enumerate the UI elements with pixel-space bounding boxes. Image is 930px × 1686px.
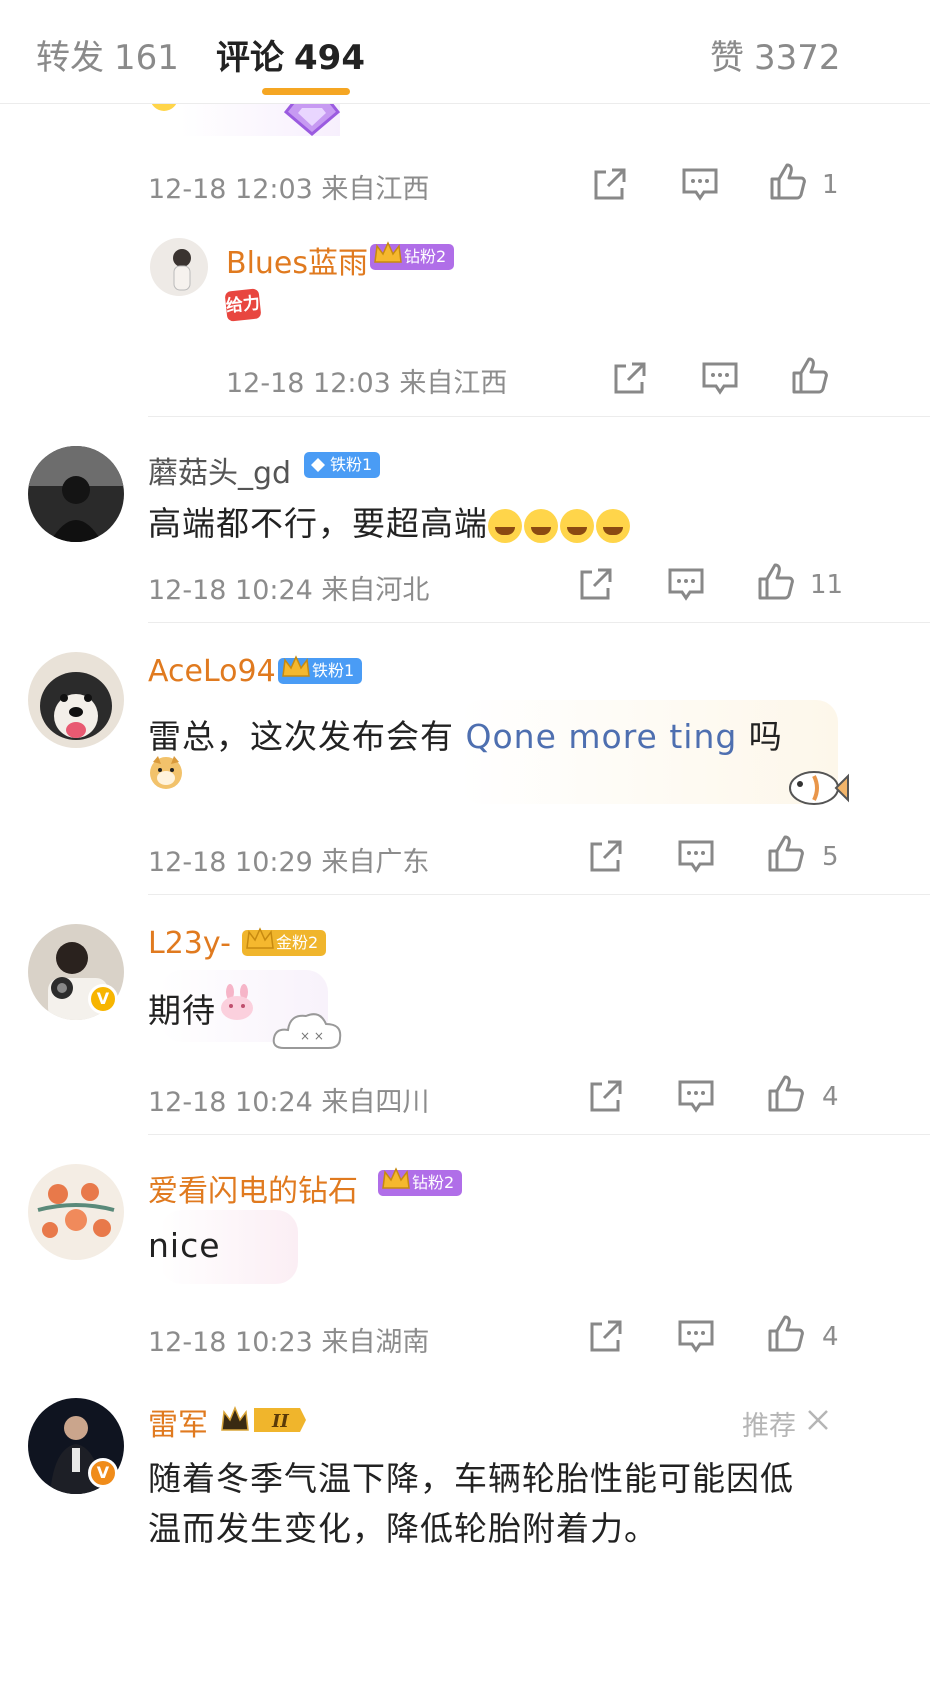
laugh-cry-emoji-icon [560, 508, 594, 543]
avatar[interactable] [28, 652, 124, 748]
tab-comment-label: 评论 [216, 38, 284, 78]
divider [148, 622, 930, 623]
fan-badge-label: 钻粉2 [412, 1173, 455, 1192]
comment-text: 雷总，这次发布会有 Qone more ting 吗 [148, 710, 783, 758]
bunny-emoji-icon [221, 984, 253, 1020]
username[interactable]: 蘑菇头_gd [148, 448, 291, 492]
fan-badge: 金粉2 [242, 927, 327, 956]
like-count: 4 [822, 1082, 839, 1112]
fish-sticker-icon [789, 771, 849, 805]
comment-meta: 12-18 12:03 来自江西 [148, 174, 430, 205]
comment-text-body: nice [148, 1226, 221, 1265]
svg-text:× ×: × × [300, 1029, 324, 1043]
comment-meta: 12-18 10:23 来自湖南 [148, 1327, 430, 1358]
divider [148, 1134, 930, 1135]
comment-meta: 12-18 10:24 来自河北 [148, 575, 430, 606]
cloud-sticker-icon: × × [272, 1013, 342, 1049]
share-icon[interactable] [610, 358, 650, 398]
comment-meta: 12-18 12:03 来自江西 [226, 368, 508, 399]
fan-badge-label: 铁粉1 [330, 455, 373, 474]
like-count: 11 [810, 570, 844, 600]
membership-badge-icon: II [221, 1406, 306, 1432]
laugh-cry-emoji-icon [488, 508, 522, 543]
crown-icon [382, 1167, 410, 1189]
username[interactable]: Blues蓝雨 [226, 238, 368, 282]
tab-repost-label: 转发 [36, 38, 104, 78]
reply-icon[interactable] [700, 358, 740, 398]
fan-badge: 钻粉2 [370, 241, 455, 270]
fan-badge: 铁粉1 [304, 452, 381, 478]
comment-meta: 12-18 10:29 来自广东 [148, 847, 430, 878]
comment-meta: 12-18 10:24 来自四川 [148, 1087, 430, 1118]
share-icon[interactable] [586, 1316, 626, 1356]
verified-badge-icon: V [88, 984, 118, 1014]
like-count: 1 [822, 170, 839, 200]
diamond-icon [311, 458, 325, 472]
reply-icon[interactable] [680, 164, 720, 204]
verified-badge-icon: V [88, 1458, 118, 1488]
avatar[interactable] [28, 446, 124, 542]
comment-text: 高端都不行，要超高端 [148, 497, 632, 545]
comment-text-body: 高端都不行，要超高端 [148, 504, 488, 543]
reply-icon[interactable] [666, 564, 706, 604]
username[interactable]: AceLo94 [148, 654, 276, 689]
like-thumb-icon[interactable] [768, 162, 808, 202]
avatar[interactable] [28, 1164, 124, 1260]
reply-icon[interactable] [676, 1076, 716, 1116]
topic-link[interactable]: Qone more ting [466, 717, 738, 756]
laugh-cry-emoji-icon [596, 508, 630, 543]
fan-badge: 钻粉2 [378, 1167, 463, 1196]
like-thumb-icon[interactable] [790, 356, 830, 396]
avatar[interactable] [150, 238, 208, 296]
tab-like[interactable]: 赞 3372 [710, 30, 841, 79]
tab-like-label: 赞 [710, 38, 744, 78]
fan-badge-label: 金粉2 [276, 933, 319, 952]
share-icon[interactable] [576, 564, 616, 604]
share-icon[interactable] [586, 1076, 626, 1116]
reply-icon[interactable] [676, 1316, 716, 1356]
like-count: 5 [822, 842, 839, 872]
comment-text-tail: 吗 [737, 717, 783, 756]
fan-badge-label: 钻粉2 [404, 247, 447, 266]
tab-like-count: 3372 [754, 38, 841, 78]
crown-icon [246, 927, 274, 949]
username[interactable]: 雷军 [148, 1400, 208, 1444]
divider [148, 894, 930, 895]
doge-emoji-icon [150, 756, 182, 789]
crown-icon [374, 241, 402, 263]
laugh-cry-emoji-icon [524, 508, 558, 543]
fan-badge: 铁粉1 [278, 655, 363, 684]
bottom-blank-area [0, 1552, 930, 1686]
tab-comment[interactable]: 评论 494 [216, 30, 365, 79]
tab-repost[interactable]: 转发 161 [36, 30, 179, 79]
tab-comment-count: 494 [294, 38, 365, 78]
like-thumb-icon[interactable] [766, 834, 806, 874]
comment-text-body: 雷总，这次发布会有 [148, 717, 466, 756]
comment-text-line1: 随着冬季气温下降，车辆轮胎性能可能因低 [148, 1459, 794, 1498]
close-icon[interactable] [806, 1408, 830, 1432]
username[interactable]: 爱看闪电的钻石 [148, 1166, 358, 1210]
like-thumb-icon[interactable] [766, 1074, 806, 1114]
tab-repost-count: 161 [114, 38, 179, 78]
membership-level: II [271, 1411, 289, 1432]
comment-text-body: 期待 [148, 991, 216, 1030]
crown-icon [282, 655, 310, 677]
recommend-label: 推荐 [742, 1411, 796, 1442]
active-tab-indicator [262, 88, 350, 95]
like-thumb-icon[interactable] [756, 562, 796, 602]
username[interactable]: L23y- [148, 926, 231, 961]
like-count: 4 [822, 1322, 839, 1352]
fan-badge-label: 铁粉1 [312, 661, 355, 680]
comment-tabbar: 转发 161 评论 494 赞 3372 [0, 0, 930, 104]
share-icon[interactable] [586, 836, 626, 876]
comment-text: 期待 [148, 984, 216, 1032]
comment-text: nice [148, 1226, 221, 1265]
share-icon[interactable] [590, 164, 630, 204]
geili-sticker: 给力 [224, 288, 262, 322]
comment-text-line2: 温而发生变化，降低轮胎附着力。 [148, 1509, 658, 1548]
like-thumb-icon[interactable] [766, 1314, 806, 1354]
divider [148, 416, 930, 417]
reply-icon[interactable] [676, 836, 716, 876]
